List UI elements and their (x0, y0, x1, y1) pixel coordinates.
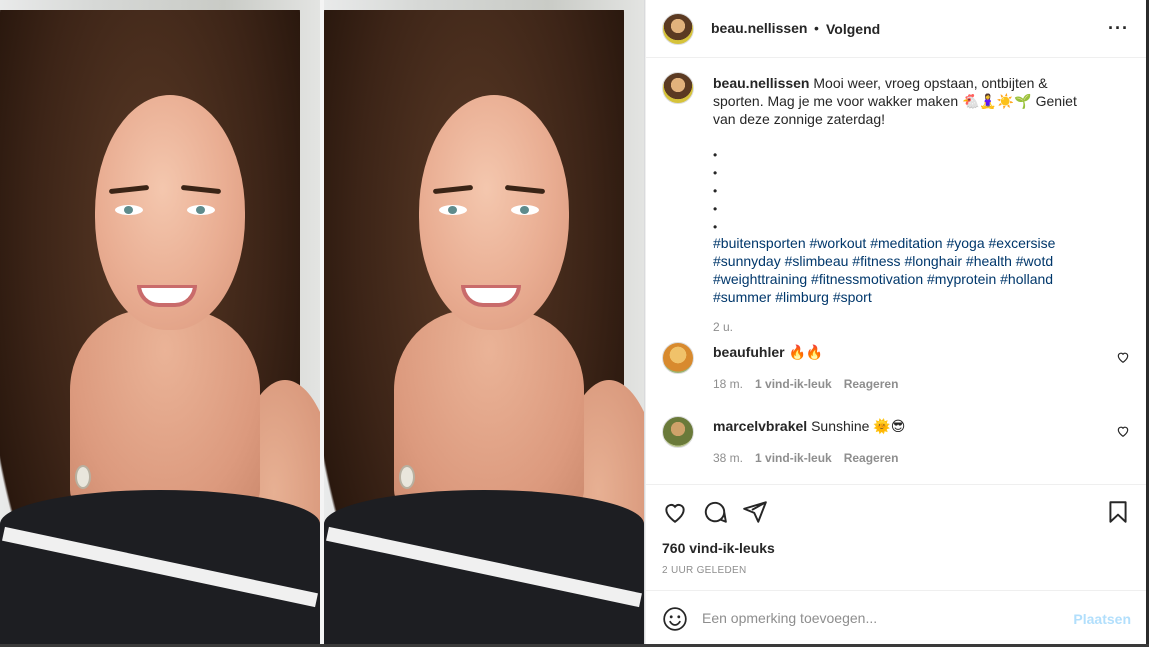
caption-username[interactable]: beau.nellissen (713, 75, 809, 91)
author-username[interactable]: beau.nellissen (711, 20, 807, 36)
comment-body: Sunshine 🌞😎 (811, 418, 906, 434)
comment-time[interactable]: 18 m. (713, 377, 743, 391)
comment-time[interactable]: 38 m. (713, 451, 743, 465)
avatar[interactable] (662, 416, 694, 448)
comment-input[interactable] (702, 607, 1042, 629)
post-header: beau.nellissen • Volgend ··· (646, 0, 1147, 58)
comment-text: beaufuhler 🔥🔥 (713, 344, 823, 361)
add-comment-bar: Plaatsen (646, 590, 1147, 644)
caption-time[interactable]: 2 u. (713, 320, 733, 334)
comment-item: beaufuhler 🔥🔥 18 m. 1 vind-ik-leuk Reage… (662, 342, 1132, 402)
comment-text: marcelvbrakel Sunshine 🌞😎 (713, 418, 905, 435)
bookmark-icon[interactable] (1105, 499, 1131, 525)
reply-button[interactable]: Reageren (844, 377, 899, 391)
face (95, 95, 245, 330)
post-panel: beau.nellissen • Volgend ··· beau.nellis… (645, 0, 1147, 644)
emoji-icon[interactable] (662, 606, 688, 632)
post-media[interactable] (0, 0, 645, 647)
comment-username[interactable]: marcelvbrakel (713, 418, 807, 434)
comment-meta: 38 m. 1 vind-ik-leuk Reageren (713, 451, 898, 465)
more-horizontal-icon[interactable]: ··· (1108, 18, 1129, 39)
separator-dot: • (814, 20, 819, 36)
avatar[interactable] (662, 72, 694, 104)
avatar[interactable] (662, 342, 694, 374)
comment-username[interactable]: beaufuhler (713, 344, 785, 360)
comment-icon[interactable] (702, 499, 728, 525)
face (419, 95, 569, 330)
share-icon[interactable] (742, 499, 768, 525)
photo-left (0, 0, 320, 647)
heart-icon[interactable] (1116, 350, 1130, 364)
caption-text: beau.nellissen Mooi weer, vroeg opstaan,… (713, 74, 1093, 128)
comment-likes[interactable]: 1 vind-ik-leuk (755, 377, 832, 391)
comments-scroll-area[interactable]: beau.nellissen Mooi weer, vroeg opstaan,… (646, 58, 1147, 484)
caption-bullets: • • • • • (713, 148, 718, 234)
reply-button[interactable]: Reageren (844, 451, 899, 465)
comment-likes[interactable]: 1 vind-ik-leuk (755, 451, 832, 465)
photo-right (324, 0, 644, 647)
likes-count[interactable]: 760 vind-ik-leuks (662, 540, 775, 556)
heart-icon[interactable] (662, 499, 688, 525)
avatar[interactable] (662, 13, 694, 45)
heart-icon[interactable] (1116, 424, 1130, 438)
comment-item: marcelvbrakel Sunshine 🌞😎 38 m. 1 vind-i… (662, 416, 1132, 476)
hashtags[interactable]: #buitensporten #workout #meditation #yog… (713, 234, 1093, 306)
comment-body: 🔥🔥 (788, 344, 824, 360)
comment-meta: 18 m. 1 vind-ik-leuk Reageren (713, 377, 898, 391)
post-comment-button[interactable]: Plaatsen (1073, 611, 1131, 627)
follow-button[interactable]: Volgend (826, 21, 880, 37)
post-time[interactable]: 2 UUR GELEDEN (662, 565, 746, 576)
post-actions: 760 vind-ik-leuks 2 UUR GELEDEN (646, 484, 1147, 590)
